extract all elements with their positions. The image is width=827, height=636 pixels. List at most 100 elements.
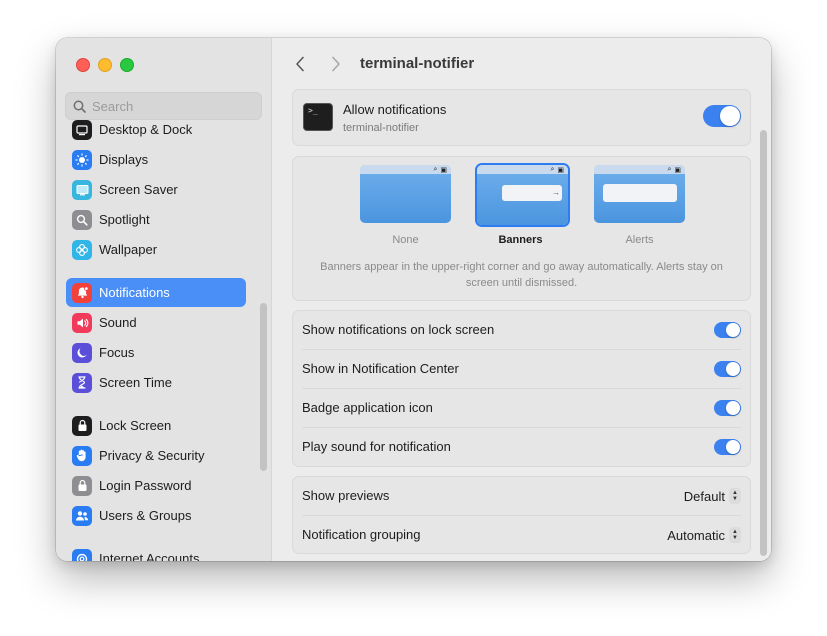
terminal-app-icon: >_ [303, 103, 333, 131]
close-window-button[interactable] [76, 58, 90, 72]
badge-icon-toggle[interactable] [714, 400, 741, 416]
notification-grouping-popup[interactable]: Automatic ▲ ▼ [667, 527, 741, 543]
alert-style-banners-option[interactable]: ⌕ ▣ → [475, 163, 570, 227]
sidebar-item-label: Internet Accounts [99, 551, 200, 561]
sidebar-item-label: Spotlight [99, 212, 150, 227]
arrow-right-icon: → [552, 188, 560, 197]
menu-search-icon: ⌕ [667, 165, 672, 173]
chevron-right-icon [332, 56, 340, 72]
updown-chevron-icon: ▲ ▼ [729, 527, 741, 543]
alert-style-alerts-label: Alerts [625, 234, 654, 246]
displays-icon [72, 149, 92, 170]
lock-screen-icon [72, 415, 92, 436]
search-field[interactable]: Search [65, 92, 262, 120]
sidebar-item-displays[interactable]: Displays [66, 145, 246, 174]
sidebar-item-focus[interactable]: Focus [66, 338, 246, 367]
show-previews-popup[interactable]: Default ▲ ▼ [684, 488, 741, 504]
sidebar-item-label: Notifications [99, 285, 170, 300]
row-label: Show in Notification Center [302, 361, 459, 376]
notifications-icon [72, 282, 92, 303]
allow-notifications-toggle[interactable] [703, 105, 741, 127]
sidebar-item-label: Login Password [99, 478, 192, 493]
sidebar-scrollbar[interactable] [260, 303, 267, 471]
sidebar-item-login-password[interactable]: Login Password [66, 471, 246, 500]
login-password-lock-icon [72, 475, 92, 496]
sidebar-item-notifications[interactable]: Notifications [66, 278, 246, 307]
window-controls [76, 58, 134, 72]
search-placeholder: Search [92, 98, 134, 114]
system-settings-window: Search Desktop & Dock Displays Screen Sa… [56, 38, 771, 561]
privacy-hand-icon [72, 445, 92, 466]
alert-style-none-option[interactable]: ⌕ ▣ [360, 165, 451, 223]
sidebar-item-label: Users & Groups [99, 508, 192, 523]
sidebar-item-label: Focus [99, 345, 135, 360]
sidebar-item-label: Wallpaper [99, 242, 158, 257]
sound-icon [72, 312, 92, 333]
row-label: Badge application icon [302, 400, 433, 415]
preview-grouping-card: Show previews Default ▲ ▼ Notification gr… [292, 476, 751, 554]
internet-accounts-icon [72, 548, 92, 561]
focus-moon-icon [72, 342, 92, 363]
wallpaper-icon [72, 239, 92, 260]
page-title: terminal-notifier [360, 55, 475, 72]
users-groups-icon [72, 505, 92, 526]
alert-style-description: Banners appear in the upper-right corner… [320, 261, 723, 289]
play-sound-row: Play sound for notification [302, 428, 741, 466]
row-label: Show previews [302, 488, 390, 503]
notification-center-row: Show in Notification Center [302, 350, 741, 389]
alert-style-banners-label: Banners [498, 234, 543, 246]
screen-time-hourglass-icon [72, 372, 92, 393]
lock-screen-toggle[interactable] [714, 322, 741, 338]
main-scrollbar[interactable] [760, 130, 767, 556]
row-label: Show notifications on lock screen [302, 322, 495, 337]
app-name-label: terminal-notifier [343, 122, 419, 134]
sidebar-item-label: Screen Saver [99, 182, 178, 197]
row-label: Play sound for notification [302, 439, 451, 454]
updown-chevron-icon: ▲ ▼ [729, 488, 741, 504]
chevron-left-icon [296, 56, 304, 72]
zoom-window-button[interactable] [120, 58, 134, 72]
alert-style-alerts-option[interactable]: ⌕ ▣ [594, 165, 685, 223]
forward-button[interactable] [326, 54, 346, 74]
sidebar-item-label: Lock Screen [99, 418, 172, 433]
sidebar-item-label: Desktop & Dock [99, 122, 193, 137]
menu-search-icon: ⌕ [433, 165, 438, 173]
row-label: Notification grouping [302, 527, 421, 542]
notification-options-card: Show notifications on lock screen Show i… [292, 310, 751, 467]
sidebar-item-screen-saver[interactable]: Screen Saver [66, 175, 246, 204]
sidebar-item-internet-accounts[interactable]: Internet Accounts [66, 544, 246, 561]
sidebar-item-label: Privacy & Security [99, 448, 205, 463]
desktop-dock-icon [72, 120, 92, 140]
main-pane: terminal-notifier >_ Allow notifications… [272, 38, 771, 561]
allow-notifications-label: Allow notifications [343, 102, 447, 117]
menu-control-icon: ▣ [440, 166, 447, 174]
menu-control-icon: ▣ [557, 166, 564, 174]
sidebar-item-screen-time[interactable]: Screen Time [66, 368, 246, 397]
spotlight-icon [72, 209, 92, 230]
play-sound-toggle[interactable] [714, 439, 741, 455]
show-previews-row: Show previews Default ▲ ▼ [302, 477, 741, 516]
alert-style-none-label: None [392, 234, 419, 246]
notification-grouping-row: Notification grouping Automatic ▲ ▼ [302, 516, 741, 554]
badge-icon-row: Badge application icon [302, 389, 741, 428]
screen-saver-icon [72, 179, 92, 200]
sidebar-item-lock-screen[interactable]: Lock Screen [66, 411, 246, 440]
popup-value: Automatic [667, 527, 725, 543]
sidebar-item-users-groups[interactable]: Users & Groups [66, 501, 246, 530]
alert-style-card: ⌕ ▣ ⌕ ▣ → ⌕ ▣ None Banners Alerts Banners a… [292, 156, 751, 301]
search-icon [73, 100, 86, 113]
sidebar-item-privacy-security[interactable]: Privacy & Security [66, 441, 246, 470]
sidebar-item-label: Displays [99, 152, 149, 167]
back-button[interactable] [290, 54, 310, 74]
popup-value: Default [683, 488, 725, 504]
sidebar-list: Desktop & Dock Displays Screen Saver Spo… [56, 120, 271, 561]
minimize-window-button[interactable] [98, 58, 112, 72]
lock-screen-row: Show notifications on lock screen [302, 311, 741, 350]
sidebar-item-spotlight[interactable]: Spotlight [66, 205, 246, 234]
sidebar-item-wallpaper[interactable]: Wallpaper [66, 235, 246, 264]
allow-notifications-card: >_ Allow notifications terminal-notifier [292, 89, 751, 146]
sidebar-item-label: Screen Time [99, 375, 172, 390]
sidebar-item-sound[interactable]: Sound [66, 308, 246, 337]
notification-center-toggle[interactable] [714, 361, 741, 377]
sidebar-item-desktop-dock[interactable]: Desktop & Dock [66, 120, 246, 144]
